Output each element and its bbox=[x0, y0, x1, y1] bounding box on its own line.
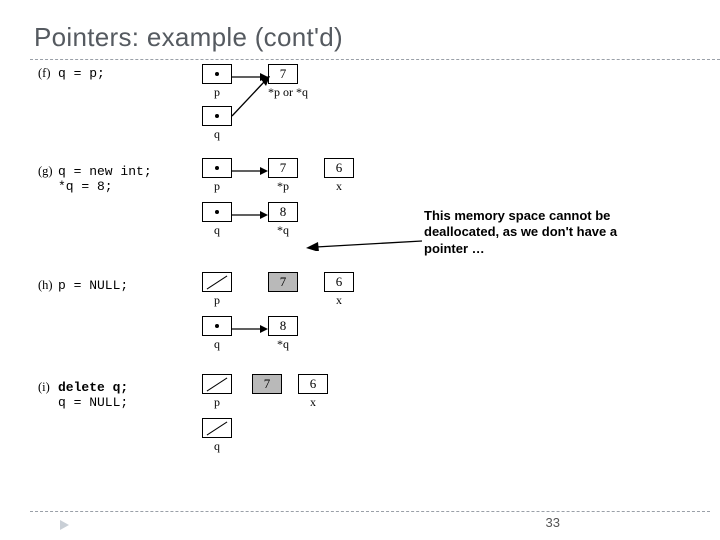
null-box-icon bbox=[202, 418, 232, 438]
pointer-dot-icon bbox=[215, 72, 219, 76]
label-q: q bbox=[202, 223, 232, 238]
step-i-code1: delete q; bbox=[58, 380, 128, 395]
callout-text: This memory space cannot be deallocated,… bbox=[424, 208, 654, 257]
arrow-right-icon bbox=[232, 324, 268, 334]
label-sq: *q bbox=[268, 337, 298, 352]
null-box-icon bbox=[202, 272, 232, 292]
step-h-label: (h) bbox=[38, 278, 53, 293]
step-g-code1: q = new int; bbox=[58, 164, 152, 179]
arrow-right-icon bbox=[232, 166, 268, 176]
cell-h-7-orphan: 7 bbox=[268, 272, 298, 292]
step-i-label: (i) bbox=[38, 380, 50, 395]
label-q: q bbox=[202, 127, 232, 142]
orphan-value-7: 7 bbox=[252, 374, 282, 394]
label-q: q bbox=[202, 337, 232, 352]
footer-marker-icon bbox=[60, 520, 69, 530]
cell-i-q-null: q bbox=[202, 418, 232, 454]
orphan-value-7: 7 bbox=[268, 272, 298, 292]
cell-g-q: q bbox=[202, 202, 232, 238]
step-f-code: q = p; bbox=[58, 66, 105, 81]
pointer-dot-icon bbox=[215, 210, 219, 214]
null-box-icon bbox=[202, 374, 232, 394]
cell-g-7: 7 *p bbox=[268, 158, 298, 194]
value-8: 8 bbox=[268, 316, 298, 336]
cell-h-8: 8 *q bbox=[268, 316, 298, 352]
pointer-dot-icon bbox=[215, 166, 219, 170]
label-sp-or-sq: *p or *q bbox=[268, 85, 308, 100]
pointer-dot-icon bbox=[215, 324, 219, 328]
value-8: 8 bbox=[268, 202, 298, 222]
value-6: 6 bbox=[298, 374, 328, 394]
step-f-label: (f) bbox=[38, 66, 51, 81]
cell-f-q: q bbox=[202, 106, 232, 142]
label-p: p bbox=[202, 293, 232, 308]
label-q: q bbox=[202, 439, 232, 454]
label-sp: *p bbox=[268, 179, 298, 194]
label-p: p bbox=[202, 395, 232, 410]
cell-f-val: 7 *p or *q bbox=[268, 64, 308, 100]
label-x: x bbox=[324, 179, 354, 194]
cell-i-6: 6 x bbox=[298, 374, 328, 410]
step-g-code2: *q = 8; bbox=[58, 179, 113, 194]
step-g-label: (g) bbox=[38, 164, 53, 179]
label-x: x bbox=[324, 293, 354, 308]
cell-f-p: p bbox=[202, 64, 232, 100]
arrow-right-icon bbox=[232, 210, 268, 220]
cell-h-q: q bbox=[202, 316, 232, 352]
cell-h-6: 6 x bbox=[324, 272, 354, 308]
slide-title: Pointers: example (cont'd) bbox=[34, 22, 690, 53]
cell-i-7-orphan: 7 bbox=[252, 374, 282, 394]
label-sq: *q bbox=[268, 223, 298, 238]
diagram-area: (f) q = p; p 7 *p or *q q (g) q = new in… bbox=[34, 60, 690, 480]
label-x: x bbox=[298, 395, 328, 410]
label-p: p bbox=[202, 85, 232, 100]
value-7: 7 bbox=[268, 158, 298, 178]
value-6: 6 bbox=[324, 272, 354, 292]
label-p: p bbox=[202, 179, 232, 194]
footer-divider bbox=[30, 511, 710, 512]
cell-g-6: 6 x bbox=[324, 158, 354, 194]
step-h-code: p = NULL; bbox=[58, 278, 128, 293]
cell-i-p-null: p bbox=[202, 374, 232, 410]
cell-g-p: p bbox=[202, 158, 232, 194]
arrow-up-right-icon bbox=[230, 76, 274, 120]
cell-g-8: 8 *q bbox=[268, 202, 298, 238]
cell-h-p-null: p bbox=[202, 272, 232, 308]
value-6: 6 bbox=[324, 158, 354, 178]
page-number: 33 bbox=[546, 515, 560, 530]
pointer-dot-icon bbox=[215, 114, 219, 118]
step-i-code2: q = NULL; bbox=[58, 395, 128, 410]
callout-arrow-icon bbox=[306, 237, 422, 251]
